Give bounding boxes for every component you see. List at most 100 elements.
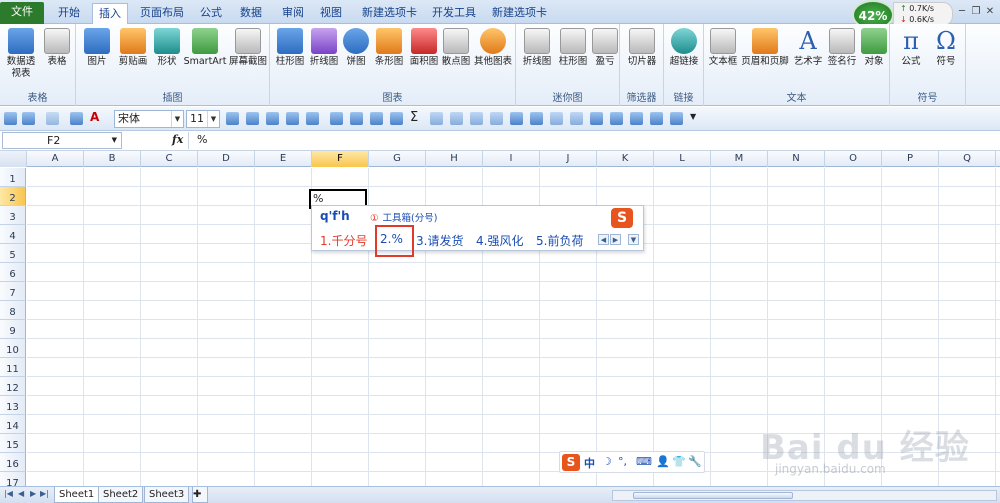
close-icon[interactable]: ✕ (984, 6, 996, 18)
skin-icon[interactable]: 👕 (672, 455, 686, 468)
sparkline-line-button[interactable]: 折线图 (520, 28, 554, 68)
slicer-button[interactable]: 切片器 (624, 28, 660, 68)
sort-icon[interactable] (330, 112, 343, 125)
print-preview-icon[interactable] (390, 112, 403, 125)
column-header-d[interactable]: D (198, 151, 255, 167)
column-header-q[interactable]: Q (939, 151, 996, 167)
row-header-14[interactable]: 14 (0, 415, 26, 434)
borders-icon[interactable] (70, 112, 83, 125)
horizontal-scrollbar[interactable] (612, 490, 997, 501)
tool-icon-9[interactable] (590, 112, 603, 125)
ime-prev-page-icon[interactable]: ◀ (598, 234, 609, 245)
moon-icon[interactable]: ☽ (602, 455, 612, 468)
select-all-corner[interactable] (0, 151, 27, 167)
row-header-3[interactable]: 3 (0, 206, 26, 225)
row-header-16[interactable]: 16 (0, 453, 26, 472)
sheet-tab-1[interactable]: Sheet1 (54, 487, 100, 503)
row-header-1[interactable]: 1 (0, 168, 26, 187)
column-header-b[interactable]: B (84, 151, 141, 167)
sheet-tab-3[interactable]: Sheet3 (144, 487, 190, 503)
tab-home[interactable]: 开始 (52, 3, 86, 24)
row-header-17[interactable]: 17 (0, 472, 26, 486)
formula-input[interactable]: % (188, 132, 998, 149)
area-chart-button[interactable]: 面积图 (408, 28, 440, 68)
tab-new-1[interactable]: 新建选项卡 (356, 3, 423, 24)
font-size-combo[interactable]: 11 ▼ (186, 110, 220, 128)
keyboard-icon[interactable]: ⌨ (636, 455, 652, 468)
column-header-o[interactable]: O (825, 151, 882, 167)
font-name-combo[interactable]: 宋体 ▼ (114, 110, 184, 128)
tool-icon-10[interactable] (610, 112, 623, 125)
row-header-5[interactable]: 5 (0, 244, 26, 263)
column-header-l[interactable]: L (654, 151, 711, 167)
tab-file[interactable]: 文件 (0, 2, 44, 24)
row-header-8[interactable]: 8 (0, 301, 26, 320)
column-header-e[interactable]: E (255, 151, 312, 167)
sparkline-winloss-button[interactable]: 盈亏 (592, 28, 618, 68)
screenshot-button[interactable]: 屏幕截图 (228, 28, 268, 68)
line-chart-button[interactable]: 折线图 (308, 28, 340, 68)
header-footer-button[interactable]: 页眉和页脚 (740, 28, 790, 68)
pie-chart-button[interactable]: 饼图 (342, 28, 370, 68)
tab-formulas[interactable]: 公式 (194, 3, 228, 24)
column-header-j[interactable]: J (540, 151, 597, 167)
ime-expand-icon[interactable]: ▼ (628, 234, 639, 245)
save-icon[interactable] (4, 112, 17, 125)
redo-icon[interactable] (46, 112, 59, 125)
row-header-11[interactable]: 11 (0, 358, 26, 377)
textbox-button[interactable]: 文本框 (706, 28, 740, 68)
punctuation-icon[interactable]: °, (618, 455, 627, 468)
column-header-k[interactable]: K (597, 151, 654, 167)
ime-next-page-icon[interactable]: ▶ (610, 234, 621, 245)
sogou-logo-icon-small[interactable]: S (562, 454, 580, 471)
signature-line-button[interactable]: 签名行 (824, 28, 860, 68)
tab-data[interactable]: 数据 (234, 3, 268, 24)
font-color-icon[interactable]: A (90, 110, 99, 124)
row-header-7[interactable]: 7 (0, 282, 26, 301)
scatter-chart-button[interactable]: 散点图 (440, 28, 472, 68)
user-icon[interactable]: 👤 (656, 455, 670, 468)
column-chart-button[interactable]: 柱形图 (274, 28, 306, 68)
row-header-6[interactable]: 6 (0, 263, 26, 282)
row-header-2[interactable]: 2 (0, 187, 26, 206)
last-sheet-icon[interactable]: ▶| (40, 489, 49, 498)
tool-icon-8[interactable] (570, 112, 583, 125)
column-header-i[interactable]: I (483, 151, 540, 167)
ime-candidate-3[interactable]: 3.请发货 (416, 232, 463, 249)
wrench-icon[interactable]: 🔧 (688, 455, 702, 468)
next-sheet-icon[interactable]: ▶ (30, 489, 36, 498)
spell-check-icon[interactable] (370, 112, 383, 125)
prev-sheet-icon[interactable]: ◀ (18, 489, 24, 498)
first-sheet-icon[interactable]: |◀ (4, 489, 13, 498)
ime-toolbox-hint[interactable]: ① 工具箱(分号) (370, 210, 437, 224)
ime-candidate-4[interactable]: 4.强风化 (476, 232, 523, 249)
column-header-g[interactable]: G (369, 151, 426, 167)
row-header-4[interactable]: 4 (0, 225, 26, 244)
sum-icon[interactable]: Σ (410, 110, 418, 125)
tool-icon-1[interactable] (430, 112, 443, 125)
hyperlink-button[interactable]: 超链接 (666, 28, 702, 68)
sheet-tab-2[interactable]: Sheet2 (98, 487, 144, 503)
filter-icon[interactable] (350, 112, 363, 125)
row-header-9[interactable]: 9 (0, 320, 26, 339)
insert-sheet-icon[interactable]: ✚ (192, 487, 208, 503)
restore-icon[interactable]: ❐ (970, 6, 982, 18)
pivot-table-button[interactable]: 数据透视表 (4, 28, 38, 80)
smartart-button[interactable]: SmartArt (182, 28, 228, 68)
insert-function-button[interactable]: fx (172, 133, 183, 146)
symbol-button[interactable]: Ω 符号 (930, 28, 962, 68)
column-header-p[interactable]: P (882, 151, 939, 167)
ime-candidate-1[interactable]: 1.千分号 (320, 232, 367, 249)
tab-new-2[interactable]: 新建选项卡 (486, 3, 553, 24)
minimize-icon[interactable]: ─ (956, 6, 968, 18)
tab-developer[interactable]: 开发工具 (426, 3, 482, 24)
horizontal-scroll-thumb[interactable] (633, 492, 793, 499)
wordart-button[interactable]: A 艺术字 (792, 28, 824, 68)
picture-button[interactable]: 图片 (82, 28, 112, 68)
name-box[interactable]: F2 ▼ (2, 132, 122, 149)
tab-page-layout[interactable]: 页面布局 (134, 3, 190, 24)
tool-icon-11[interactable] (630, 112, 643, 125)
column-header-m[interactable]: M (711, 151, 768, 167)
undo-icon[interactable] (22, 112, 35, 125)
ime-mode-toggle[interactable]: 中 (584, 455, 595, 471)
